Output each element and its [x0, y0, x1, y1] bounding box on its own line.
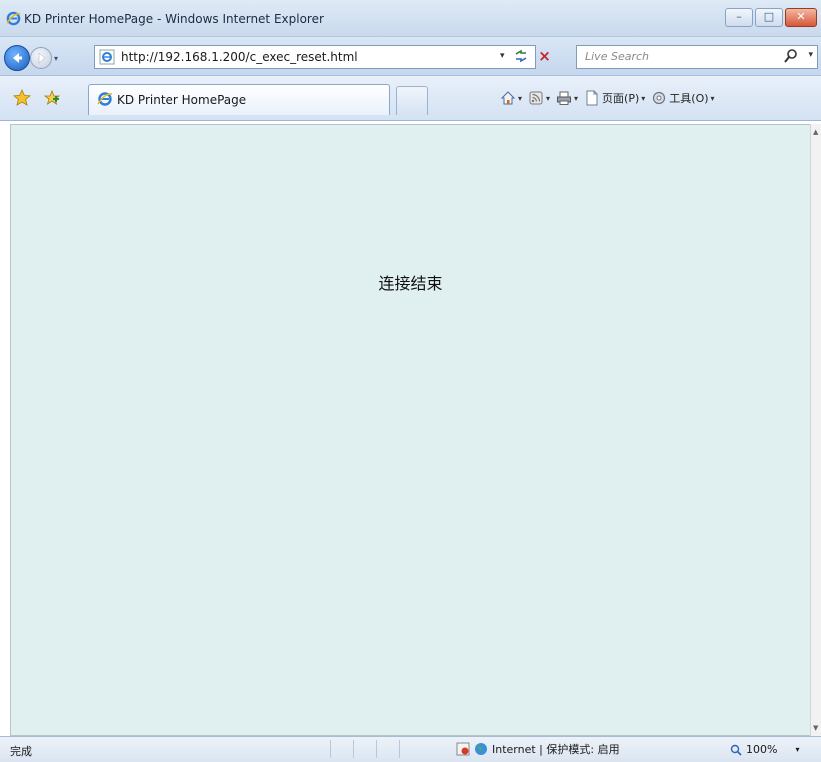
print-button[interactable]: ▾ — [556, 90, 578, 106]
maximize-icon: □ — [763, 10, 775, 23]
history-dropdown[interactable]: ▾ — [54, 54, 58, 63]
scroll-up-icon[interactable]: ▲ — [813, 128, 818, 136]
page-content: 连接结束 — [10, 124, 811, 736]
home-icon — [500, 91, 516, 105]
shield-icon — [456, 742, 470, 756]
page-icon — [99, 49, 115, 65]
window-title: KD Printer HomePage - Windows Internet E… — [24, 12, 324, 26]
security-zone[interactable]: Internet | 保护模式: 启用 — [456, 741, 620, 757]
zoom-dropdown[interactable]: ▾ — [795, 745, 799, 754]
zoom-icon — [730, 744, 742, 756]
address-bar[interactable]: http://192.168.1.200/c_exec_reset.html — [94, 45, 536, 69]
close-button[interactable]: ✕ — [785, 8, 817, 27]
page-icon — [586, 90, 598, 106]
address-row: ▾ http://192.168.1.200/c_exec_reset.html… — [0, 37, 821, 76]
feeds-icon — [529, 91, 543, 105]
feeds-dropdown[interactable]: ▾ — [546, 94, 550, 103]
feeds-button[interactable]: ▾ — [528, 90, 550, 106]
stop-icon[interactable]: × — [537, 48, 553, 64]
address-url: http://192.168.1.200/c_exec_reset.html — [121, 50, 358, 64]
home-button[interactable]: ▾ — [500, 90, 522, 106]
tab-kd-printer[interactable]: KD Printer HomePage — [88, 84, 390, 115]
status-pane — [376, 740, 399, 758]
add-favorite-icon[interactable] — [42, 88, 62, 108]
back-arrow-icon — [13, 53, 22, 63]
tab-label: KD Printer HomePage — [117, 93, 247, 107]
zoom-control[interactable]: 100% ▾ — [730, 743, 799, 756]
tools-menu-label: 工具(O) — [669, 92, 709, 105]
status-panes — [330, 740, 422, 758]
magnifier-icon[interactable] — [783, 48, 799, 64]
zone-text: Internet | 保护模式: 启用 — [492, 743, 620, 756]
status-pane — [399, 740, 422, 758]
tools-dropdown[interactable]: ▾ — [711, 94, 715, 103]
ie-logo-icon — [97, 92, 113, 106]
print-icon — [557, 91, 572, 105]
status-bar: 完成 Internet | 保护模式: 启用 100% ▾ — [0, 736, 821, 762]
search-box[interactable]: Live Search ▾ — [576, 45, 818, 69]
tools-menu[interactable]: 工具(O) ▾ — [651, 90, 715, 106]
status-pane — [353, 740, 376, 758]
title-bar: KD Printer HomePage - Windows Internet E… — [0, 0, 821, 37]
refresh-icon[interactable] — [513, 48, 529, 64]
home-dropdown[interactable]: ▾ — [518, 94, 522, 103]
address-dropdown[interactable]: ▾ — [500, 51, 505, 61]
connection-end-message: 连接结束 — [378, 274, 443, 293]
star-icon[interactable] — [12, 88, 32, 108]
page-dropdown[interactable]: ▾ — [641, 94, 645, 103]
favorites-tab-row: KD Printer HomePage ▾ ▾ ▾ 页面(P) ▾ 工具(O) … — [0, 76, 821, 121]
maximize-button[interactable]: □ — [755, 8, 783, 27]
search-dropdown[interactable]: ▾ — [808, 50, 813, 60]
scroll-down-icon[interactable]: ▼ — [813, 724, 818, 732]
search-placeholder: Live Search — [585, 50, 649, 63]
page-menu-label: 页面(P) — [602, 92, 640, 105]
forward-button[interactable] — [30, 47, 52, 69]
new-tab-button[interactable] — [396, 86, 428, 115]
gear-icon — [653, 91, 666, 105]
ie-logo-icon — [6, 11, 21, 26]
minimize-button[interactable]: – — [725, 8, 753, 27]
globe-icon — [475, 743, 487, 755]
command-bar: ▾ ▾ ▾ 页面(P) ▾ 工具(O) ▾ — [500, 86, 715, 110]
minimize-icon: – — [736, 10, 742, 23]
status-text: 完成 — [10, 745, 32, 758]
forward-arrow-icon — [38, 52, 46, 64]
status-pane — [330, 740, 353, 758]
print-dropdown[interactable]: ▾ — [574, 94, 578, 103]
close-icon: ✕ — [796, 10, 806, 23]
vertical-scrollbar[interactable]: ▲ ▼ — [810, 124, 821, 736]
back-button[interactable] — [4, 45, 30, 71]
zoom-level: 100% — [746, 743, 778, 756]
window-controls: – □ ✕ — [725, 8, 817, 27]
address-tools: ▾ × — [500, 45, 553, 67]
ie-window: KD Printer HomePage - Windows Internet E… — [0, 0, 821, 762]
page-menu[interactable]: 页面(P) ▾ — [584, 90, 645, 106]
